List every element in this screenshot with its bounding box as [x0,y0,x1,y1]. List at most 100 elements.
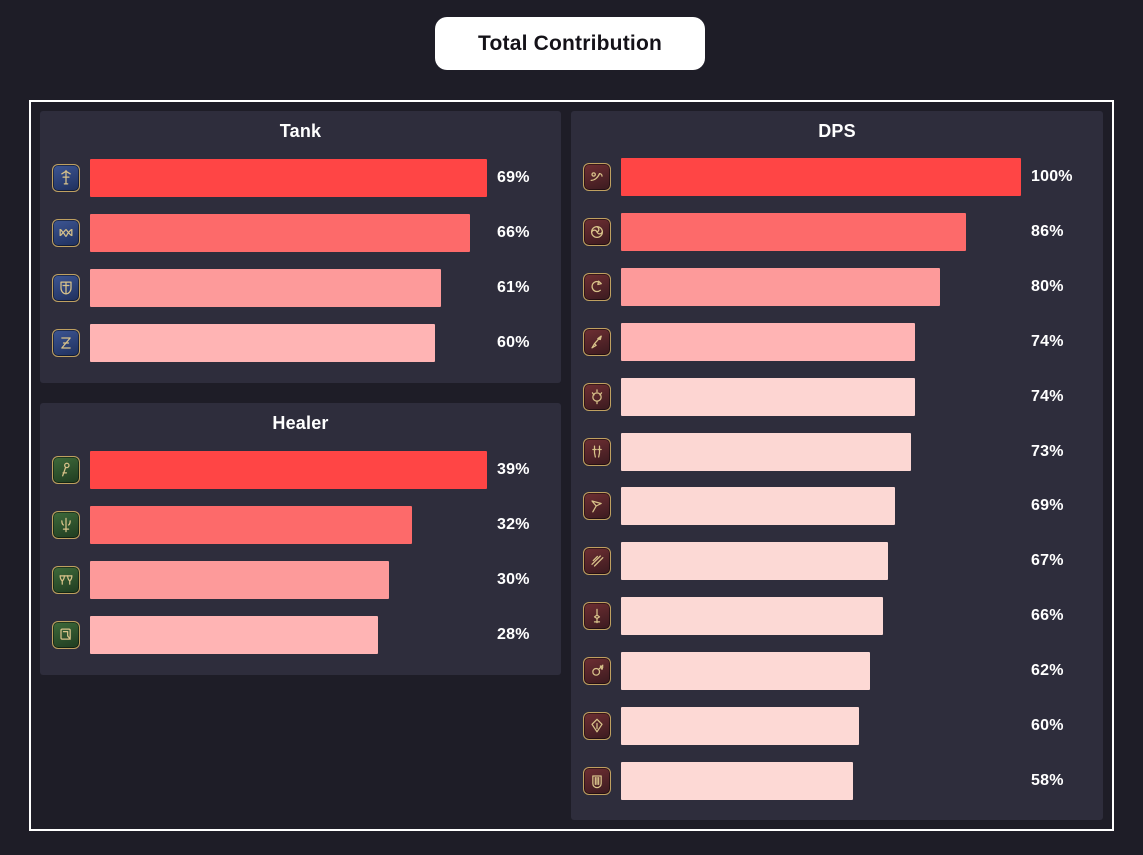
bar-track [621,268,1021,307]
bar-value-label: 66% [1031,607,1064,625]
bar-value-label: 61% [497,279,530,297]
bar-row: 62% [583,651,1091,690]
bar-fill [90,324,435,363]
gunbreaker-icon[interactable] [52,329,80,358]
contribution-dashboard: Total Contribution Tank 69% 66% 61% 60% Hea… [0,0,1143,855]
bar-row: 30% [52,561,549,600]
bar-row: 66% [583,597,1091,636]
bar-track [621,706,1021,745]
bar-value-label: 74% [1031,332,1064,350]
bar-fill [621,706,859,745]
bar-row: 39% [52,450,549,489]
bar-fill [90,269,441,308]
bar-row: 74% [583,377,1091,416]
bar-value-label: 73% [1031,442,1064,460]
samurai-icon[interactable] [583,437,611,466]
bar-row: 100% [583,158,1091,197]
bar-track [621,322,1021,361]
bar-row: 69% [52,158,549,197]
panel-dps: DPS 100% 86% 80% 74% 74% 73% 69% 67% 66% 62% 60% 58… [571,111,1103,820]
warrior-icon[interactable] [52,218,80,247]
bar-row: 32% [52,505,549,544]
red-mage-icon[interactable] [583,656,611,685]
bar-value-label: 30% [497,571,530,589]
bar-row: 67% [583,542,1091,581]
right-column: DPS 100% 86% 80% 74% 74% 73% 69% 67% 66% 62% 60% 58… [571,111,1103,820]
bar-value-label: 86% [1031,223,1064,241]
page-title-pill: Total Contribution [435,17,705,70]
black-mage-icon[interactable] [583,602,611,631]
page-title: Total Contribution [478,31,662,55]
machinist-icon[interactable] [583,218,611,247]
monk-icon[interactable] [583,382,611,411]
bar-track [90,450,487,489]
bar-fill [621,322,915,361]
bar-fill [621,542,888,581]
white-mage-icon[interactable] [52,455,80,484]
bar-fill [621,432,911,471]
bar-track [90,269,487,308]
bar-row: 86% [583,213,1091,252]
ninja-icon[interactable] [583,273,611,302]
bar-row: 73% [583,432,1091,471]
panel-title-tank: Tank [279,121,322,141]
bar-value-label: 100% [1031,168,1073,186]
bar-fill [621,651,870,690]
bar-track [621,377,1021,416]
bar-rows-tank: 69% 66% 61% 60% [52,150,549,371]
panel-tank: Tank 69% 66% 61% 60% [40,111,561,383]
bar-value-label: 66% [497,223,530,241]
bar-track [621,761,1021,800]
bar-track [90,324,487,363]
left-column: Tank 69% 66% 61% 60% Healer 39% 32% 30% 28% [40,111,561,820]
chart-board: Tank 69% 66% 61% 60% Healer 39% 32% 30% 28% DP… [29,100,1114,831]
bar-value-label: 67% [1031,552,1064,570]
bar-row: 74% [583,322,1091,361]
bar-fill [90,505,412,544]
scholar-icon[interactable] [52,510,80,539]
astrologian-icon[interactable] [52,566,80,595]
bar-row: 60% [583,706,1091,745]
bar-value-label: 32% [497,515,530,533]
bar-fill [90,158,487,197]
bar-track [90,505,487,544]
bar-fill [621,377,915,416]
bar-track [621,213,1021,252]
bar-value-label: 39% [497,460,530,478]
dancer-icon[interactable] [583,492,611,521]
sage-icon[interactable] [52,621,80,650]
bar-track [90,158,487,197]
bar-fill [621,268,940,307]
bar-value-label: 62% [1031,661,1064,679]
bar-value-label: 74% [1031,387,1064,405]
bar-value-label: 80% [1031,278,1064,296]
bar-fill [90,561,390,600]
bar-fill [90,450,487,489]
bar-track [621,651,1021,690]
bar-fill [621,158,1021,197]
bar-track [621,487,1021,526]
reaper-icon[interactable] [583,163,611,192]
bar-rows-healer: 39% 32% 30% 28% [52,442,549,663]
viper-icon[interactable] [583,547,611,576]
bar-rows-dps: 100% 86% 80% 74% 74% 73% 69% 67% 66% 62% 60% 58% [583,150,1091,808]
bar-value-label: 60% [497,334,530,352]
bar-value-label: 28% [497,626,530,644]
bar-fill [621,597,884,636]
bar-track [621,542,1021,581]
bar-row: 66% [52,213,549,252]
bar-row: 61% [52,269,549,308]
bar-track [90,616,487,655]
bar-track [621,597,1021,636]
dragoon-icon[interactable] [583,327,611,356]
paladin-icon[interactable] [52,163,80,192]
bar-fill [90,616,379,655]
bar-value-label: 60% [1031,716,1064,734]
pictomancer-icon[interactable] [583,711,611,740]
bar-track [90,213,487,252]
bar-track [621,432,1021,471]
dark-knight-icon[interactable] [52,274,80,303]
bard-icon[interactable] [583,766,611,795]
bar-track [90,561,487,600]
bar-value-label: 69% [1031,497,1064,515]
